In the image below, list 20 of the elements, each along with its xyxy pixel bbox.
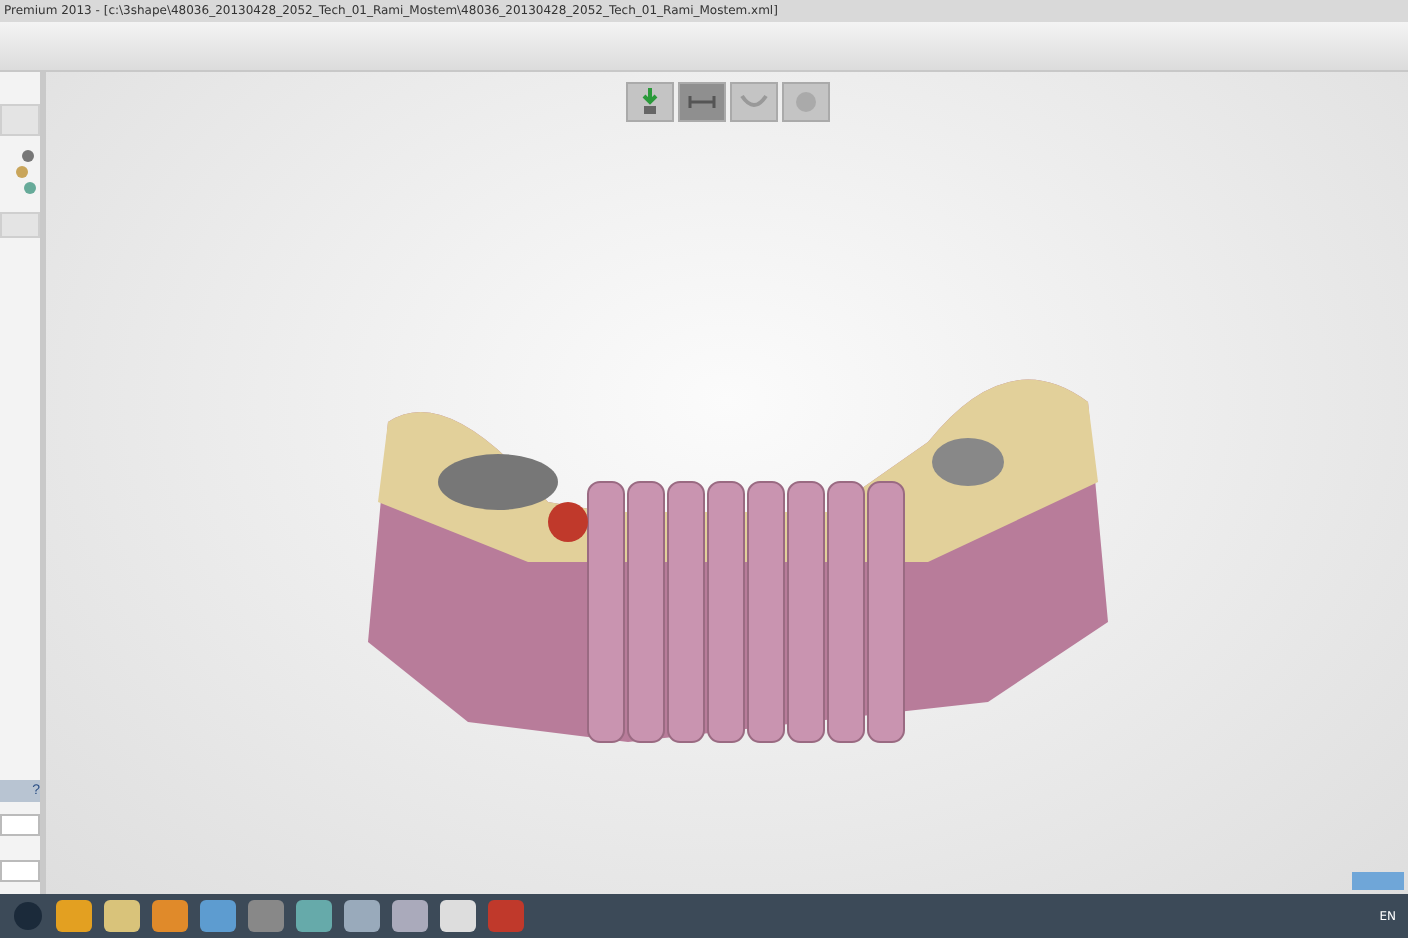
bridge-icon	[793, 90, 817, 114]
taskbar-app-icon[interactable]	[104, 900, 140, 932]
taskbar-app-icon[interactable]	[392, 900, 428, 932]
taskbar-app-icon[interactable]	[248, 900, 284, 932]
dropdown[interactable]	[0, 814, 40, 836]
jaw-icon	[739, 94, 767, 110]
dropdown[interactable]	[0, 860, 40, 882]
view-tool-button[interactable]	[625, 82, 673, 122]
panel-field[interactable]	[0, 212, 40, 238]
view-tool-button[interactable]	[677, 82, 725, 122]
arch-icon	[687, 94, 715, 110]
taskbar-app-icon[interactable]	[200, 900, 236, 932]
taskbar-app-icon[interactable]	[152, 900, 188, 932]
taskbar-app-icon[interactable]	[56, 900, 92, 932]
taskbar-app-icon[interactable]	[296, 900, 332, 932]
tooth-icon	[637, 88, 661, 116]
jaw-thumbnail-icon	[12, 148, 40, 200]
taskbar-app-icon[interactable]	[440, 900, 476, 932]
start-icon[interactable]	[12, 900, 44, 932]
taskbar-app-icon[interactable]	[344, 900, 380, 932]
